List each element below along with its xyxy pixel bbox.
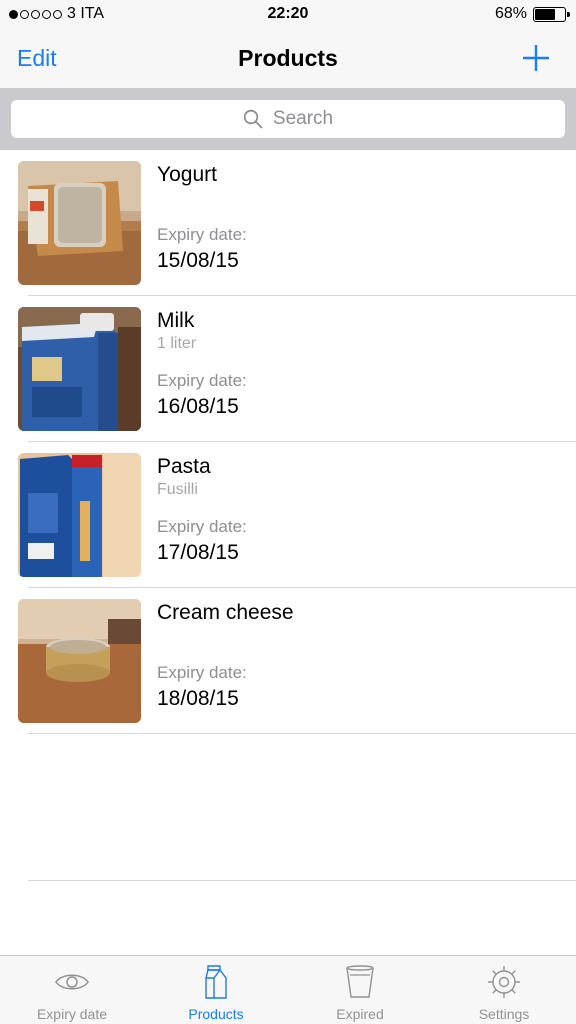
product-subtitle: 1 liter: [157, 335, 197, 352]
tab-bar: Expiry date Products Expired Settings: [0, 955, 576, 1024]
search-bar: Search: [0, 88, 576, 150]
gear-icon: [488, 966, 520, 998]
tab-label: Products: [188, 1006, 244, 1022]
navigation-bar: Edit Products: [0, 30, 576, 88]
tab-label: Expiry date: [36, 1006, 108, 1022]
expiry-date: 17/08/15: [157, 541, 239, 564]
add-product-button[interactable]: [520, 42, 552, 74]
expiry-label: Expiry date:: [157, 371, 247, 390]
product-photo-yogurt: [18, 161, 141, 285]
product-name: Pasta: [157, 455, 211, 478]
expiry-label: Expiry date:: [157, 225, 247, 244]
search-input[interactable]: Search: [11, 100, 565, 138]
product-subtitle: Fusilli: [157, 481, 198, 498]
search-placeholder: Search: [272, 108, 334, 129]
milk-carton-icon: [205, 965, 227, 999]
expiry-date: 15/08/15: [157, 249, 239, 272]
product-row-pasta[interactable]: Pasta Fusilli Expiry date: 17/08/15: [0, 442, 576, 588]
tab-expired[interactable]: Expired: [288, 956, 432, 1024]
product-photo-cream-cheese: [18, 599, 141, 723]
trash-cup-icon: [346, 965, 374, 998]
status-time: 22:20: [267, 5, 309, 22]
eye-icon: [55, 974, 89, 990]
tab-products[interactable]: Products: [144, 956, 288, 1024]
battery-percent: 68%: [494, 5, 527, 22]
product-row-cream-cheese[interactable]: Cream cheese Expiry date: 18/08/15: [0, 588, 576, 734]
product-row-milk[interactable]: Milk 1 liter Expiry date: 16/08/15: [0, 296, 576, 442]
expiry-label: Expiry date:: [157, 517, 247, 536]
product-name: Yogurt: [157, 163, 217, 186]
tab-label: Settings: [478, 1006, 530, 1022]
status-bar: 3 ITA 22:20 68%: [0, 0, 576, 30]
expiry-label: Expiry date:: [157, 663, 247, 682]
product-name: Milk: [157, 309, 195, 332]
tab-settings[interactable]: Settings: [432, 956, 576, 1024]
battery-icon: [533, 6, 570, 22]
page-title: Products: [238, 45, 338, 71]
tab-label: Expired: [336, 1006, 384, 1022]
product-name: Cream cheese: [157, 601, 294, 624]
search-icon: [243, 109, 263, 129]
expiry-date: 18/08/15: [157, 687, 239, 710]
product-list: Yogurt Expiry date: 15/08/15 Milk 1 lite…: [0, 150, 576, 734]
list-divider: [28, 880, 576, 881]
product-photo-pasta: [18, 453, 141, 577]
product-row-yogurt[interactable]: Yogurt Expiry date: 15/08/15: [0, 150, 576, 296]
plus-icon: [523, 45, 549, 71]
expiry-date: 16/08/15: [157, 395, 239, 418]
tab-expiry-date[interactable]: Expiry date: [0, 956, 144, 1024]
edit-button[interactable]: Edit: [17, 45, 57, 72]
battery-status: 68%: [494, 5, 570, 23]
product-photo-milk: [18, 307, 141, 431]
